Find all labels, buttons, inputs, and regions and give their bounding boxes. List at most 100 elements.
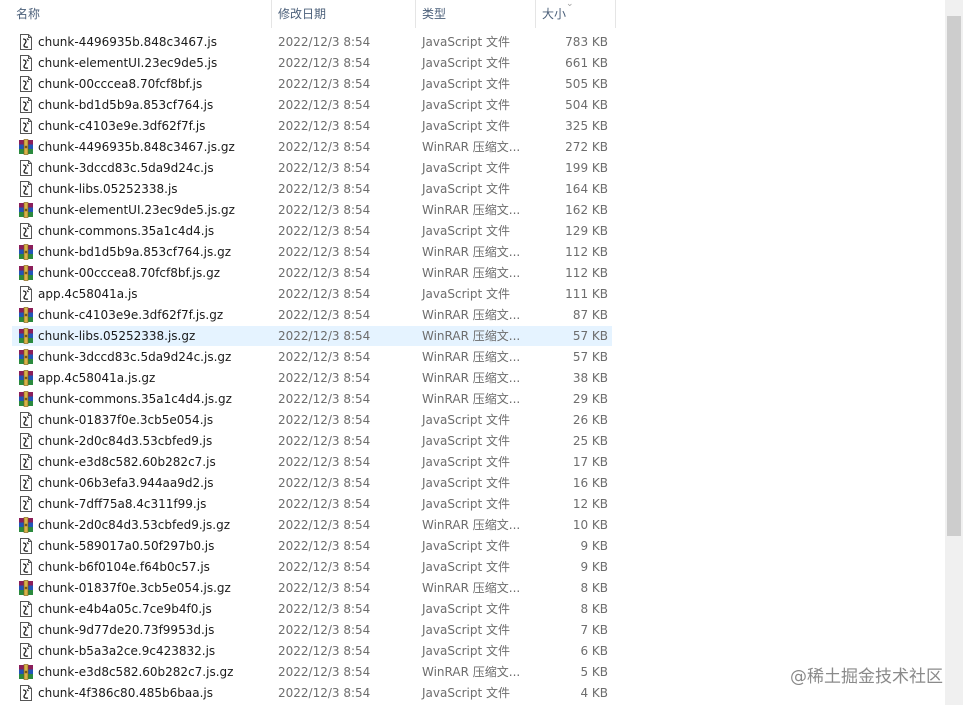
vertical-scrollbar[interactable] bbox=[945, 0, 963, 705]
file-modified-date: 2022/12/3 8:54 bbox=[278, 623, 371, 637]
file-row[interactable]: chunk-9d77de20.73f9953d.js 2022/12/3 8:54… bbox=[12, 620, 612, 640]
file-modified-date: 2022/12/3 8:54 bbox=[278, 77, 371, 91]
file-row[interactable]: chunk-libs.05252338.js 2022/12/3 8:54 Java… bbox=[12, 179, 612, 199]
file-row[interactable]: chunk-elementUI.23ec9de5.js 2022/12/3 8:5… bbox=[12, 53, 612, 73]
file-name: chunk-4496935b.848c3467.js bbox=[38, 35, 218, 49]
file-size: 112 KB bbox=[565, 245, 608, 259]
file-modified-date: 2022/12/3 8:54 bbox=[278, 518, 371, 532]
file-row[interactable]: chunk-00cccea8.70fcf8bf.js 2022/12/3 8:54… bbox=[12, 74, 612, 94]
column-header-size[interactable]: 大小 ⌄ bbox=[536, 0, 616, 28]
file-name: chunk-c4103e9e.3df62f7f.js.gz bbox=[38, 308, 224, 322]
file-name: chunk-e3d8c582.60b282c7.js bbox=[38, 455, 216, 469]
winrar-archive-icon bbox=[18, 202, 34, 218]
file-row[interactable]: chunk-4496935b.848c3467.js 2022/12/3 8:54… bbox=[12, 32, 612, 52]
file-type: JavaScript 文件 bbox=[422, 497, 510, 511]
file-name: app.4c58041a.js.gz bbox=[38, 371, 156, 385]
file-modified-date: 2022/12/3 8:54 bbox=[278, 35, 371, 49]
file-row[interactable]: chunk-589017a0.50f297b0.js 2022/12/3 8:54… bbox=[12, 536, 612, 556]
file-row[interactable]: chunk-e4b4a05c.7ce9b4f0.js 2022/12/3 8:54… bbox=[12, 599, 612, 619]
file-name: chunk-2d0c84d3.53cbfed9.js.gz bbox=[38, 518, 230, 532]
file-size: 38 KB bbox=[572, 371, 608, 385]
file-modified-date: 2022/12/3 8:54 bbox=[278, 245, 371, 259]
file-name: chunk-01837f0e.3cb5e054.js.gz bbox=[38, 581, 231, 595]
file-modified-date: 2022/12/3 8:54 bbox=[278, 203, 371, 217]
winrar-archive-icon bbox=[18, 139, 34, 155]
file-row[interactable]: chunk-3dccd83c.5da9d24c.js.gz 2022/12/3 8… bbox=[12, 347, 612, 367]
file-size: 8 KB bbox=[580, 581, 608, 595]
file-type: WinRAR 压缩文... bbox=[422, 203, 521, 217]
file-modified-date: 2022/12/3 8:54 bbox=[278, 266, 371, 280]
file-type: WinRAR 压缩文... bbox=[422, 245, 521, 259]
winrar-archive-icon bbox=[18, 265, 34, 281]
file-name: chunk-e3d8c582.60b282c7.js.gz bbox=[38, 665, 234, 679]
file-type: JavaScript 文件 bbox=[422, 182, 510, 196]
file-type: JavaScript 文件 bbox=[422, 560, 510, 574]
file-row[interactable]: chunk-libs.05252338.js.gz 2022/12/3 8:54 W… bbox=[12, 326, 612, 346]
file-modified-date: 2022/12/3 8:54 bbox=[278, 434, 371, 448]
winrar-archive-icon bbox=[18, 391, 34, 407]
file-size: 25 KB bbox=[572, 434, 608, 448]
file-modified-date: 2022/12/3 8:54 bbox=[278, 560, 371, 574]
file-name: chunk-01837f0e.3cb5e054.js bbox=[38, 413, 214, 427]
js-file-icon bbox=[18, 475, 34, 491]
file-row[interactable]: chunk-2d0c84d3.53cbfed9.js.gz 2022/12/3 8… bbox=[12, 515, 612, 535]
file-size: 6 KB bbox=[580, 644, 608, 658]
file-modified-date: 2022/12/3 8:54 bbox=[278, 224, 371, 238]
file-modified-date: 2022/12/3 8:54 bbox=[278, 413, 371, 427]
file-size: 5 KB bbox=[580, 665, 608, 679]
file-size: 505 KB bbox=[565, 77, 608, 91]
file-row[interactable]: chunk-commons.35a1c4d4.js.gz 2022/12/3 8:… bbox=[12, 389, 612, 409]
scrollbar-thumb[interactable] bbox=[947, 16, 961, 536]
file-modified-date: 2022/12/3 8:54 bbox=[278, 371, 371, 385]
js-file-icon bbox=[18, 160, 34, 176]
file-type: JavaScript 文件 bbox=[422, 98, 510, 112]
js-file-icon bbox=[18, 685, 34, 701]
js-file-icon bbox=[18, 559, 34, 575]
file-row[interactable]: chunk-bd1d5b9a.853cf764.js 2022/12/3 8:54… bbox=[12, 95, 612, 115]
js-file-icon bbox=[18, 286, 34, 302]
file-size: 4 KB bbox=[580, 686, 608, 700]
file-row[interactable]: chunk-c4103e9e.3df62f7f.js 2022/12/3 8:54… bbox=[12, 116, 612, 136]
file-row[interactable]: chunk-e3d8c582.60b282c7.js.gz 2022/12/3 8… bbox=[12, 662, 612, 682]
file-row[interactable]: app.4c58041a.js.gz 2022/12/3 8:54 WinRAR 压… bbox=[12, 368, 612, 388]
file-row[interactable]: chunk-3dccd83c.5da9d24c.js 2022/12/3 8:54… bbox=[12, 158, 612, 178]
file-size: 57 KB bbox=[572, 329, 608, 343]
file-row[interactable]: chunk-elementUI.23ec9de5.js.gz 2022/12/3 … bbox=[12, 200, 612, 220]
file-row[interactable]: chunk-c4103e9e.3df62f7f.js.gz 2022/12/3 8… bbox=[12, 305, 612, 325]
file-modified-date: 2022/12/3 8:54 bbox=[278, 119, 371, 133]
column-header-type[interactable]: 类型 bbox=[416, 0, 536, 28]
file-row[interactable]: chunk-2d0c84d3.53cbfed9.js 2022/12/3 8:54… bbox=[12, 431, 612, 451]
file-modified-date: 2022/12/3 8:54 bbox=[278, 665, 371, 679]
file-type: JavaScript 文件 bbox=[422, 161, 510, 175]
file-type: WinRAR 压缩文... bbox=[422, 140, 521, 154]
js-file-icon bbox=[18, 76, 34, 92]
column-header-name[interactable]: 名称 bbox=[10, 0, 272, 28]
file-row[interactable]: chunk-bd1d5b9a.853cf764.js.gz 2022/12/3 8… bbox=[12, 242, 612, 262]
file-name: chunk-4f386c80.485b6baa.js bbox=[38, 686, 214, 700]
js-file-icon bbox=[18, 538, 34, 554]
file-row[interactable]: app.4c58041a.js 2022/12/3 8:54 JavaScript … bbox=[12, 284, 612, 304]
js-file-icon bbox=[18, 55, 34, 71]
file-type: JavaScript 文件 bbox=[422, 35, 510, 49]
winrar-archive-icon bbox=[18, 370, 34, 386]
winrar-archive-icon bbox=[18, 349, 34, 365]
file-row[interactable]: chunk-06b3efa3.944aa9d2.js 2022/12/3 8:54… bbox=[12, 473, 612, 493]
file-name: chunk-commons.35a1c4d4.js bbox=[38, 224, 215, 238]
file-row[interactable]: chunk-e3d8c582.60b282c7.js 2022/12/3 8:54… bbox=[12, 452, 612, 472]
column-header-date[interactable]: 修改日期 bbox=[272, 0, 416, 28]
file-row[interactable]: chunk-b5a3a2ce.9c423832.js 2022/12/3 8:54… bbox=[12, 641, 612, 661]
sort-descending-icon: ⌄ bbox=[566, 0, 574, 9]
file-row[interactable]: chunk-4f386c80.485b6baa.js 2022/12/3 8:54… bbox=[12, 683, 612, 703]
file-row[interactable]: chunk-4496935b.848c3467.js.gz 2022/12/3 8… bbox=[12, 137, 612, 157]
file-modified-date: 2022/12/3 8:54 bbox=[278, 455, 371, 469]
file-row[interactable]: chunk-7dff75a8.4c311f99.js 2022/12/3 8:54… bbox=[12, 494, 612, 514]
column-header-size-label: 大小 bbox=[542, 7, 567, 21]
file-size: 112 KB bbox=[565, 266, 608, 280]
file-row[interactable]: chunk-b6f0104e.f64b0c57.js 2022/12/3 8:54… bbox=[12, 557, 612, 577]
file-row[interactable]: chunk-00cccea8.70fcf8bf.js.gz 2022/12/3 8… bbox=[12, 263, 612, 283]
file-name: chunk-bd1d5b9a.853cf764.js.gz bbox=[38, 245, 231, 259]
file-row[interactable]: chunk-01837f0e.3cb5e054.js.gz 2022/12/3 8… bbox=[12, 578, 612, 598]
file-row[interactable]: chunk-01837f0e.3cb5e054.js 2022/12/3 8:54… bbox=[12, 410, 612, 430]
file-modified-date: 2022/12/3 8:54 bbox=[278, 644, 371, 658]
file-row[interactable]: chunk-commons.35a1c4d4.js 2022/12/3 8:54 J… bbox=[12, 221, 612, 241]
